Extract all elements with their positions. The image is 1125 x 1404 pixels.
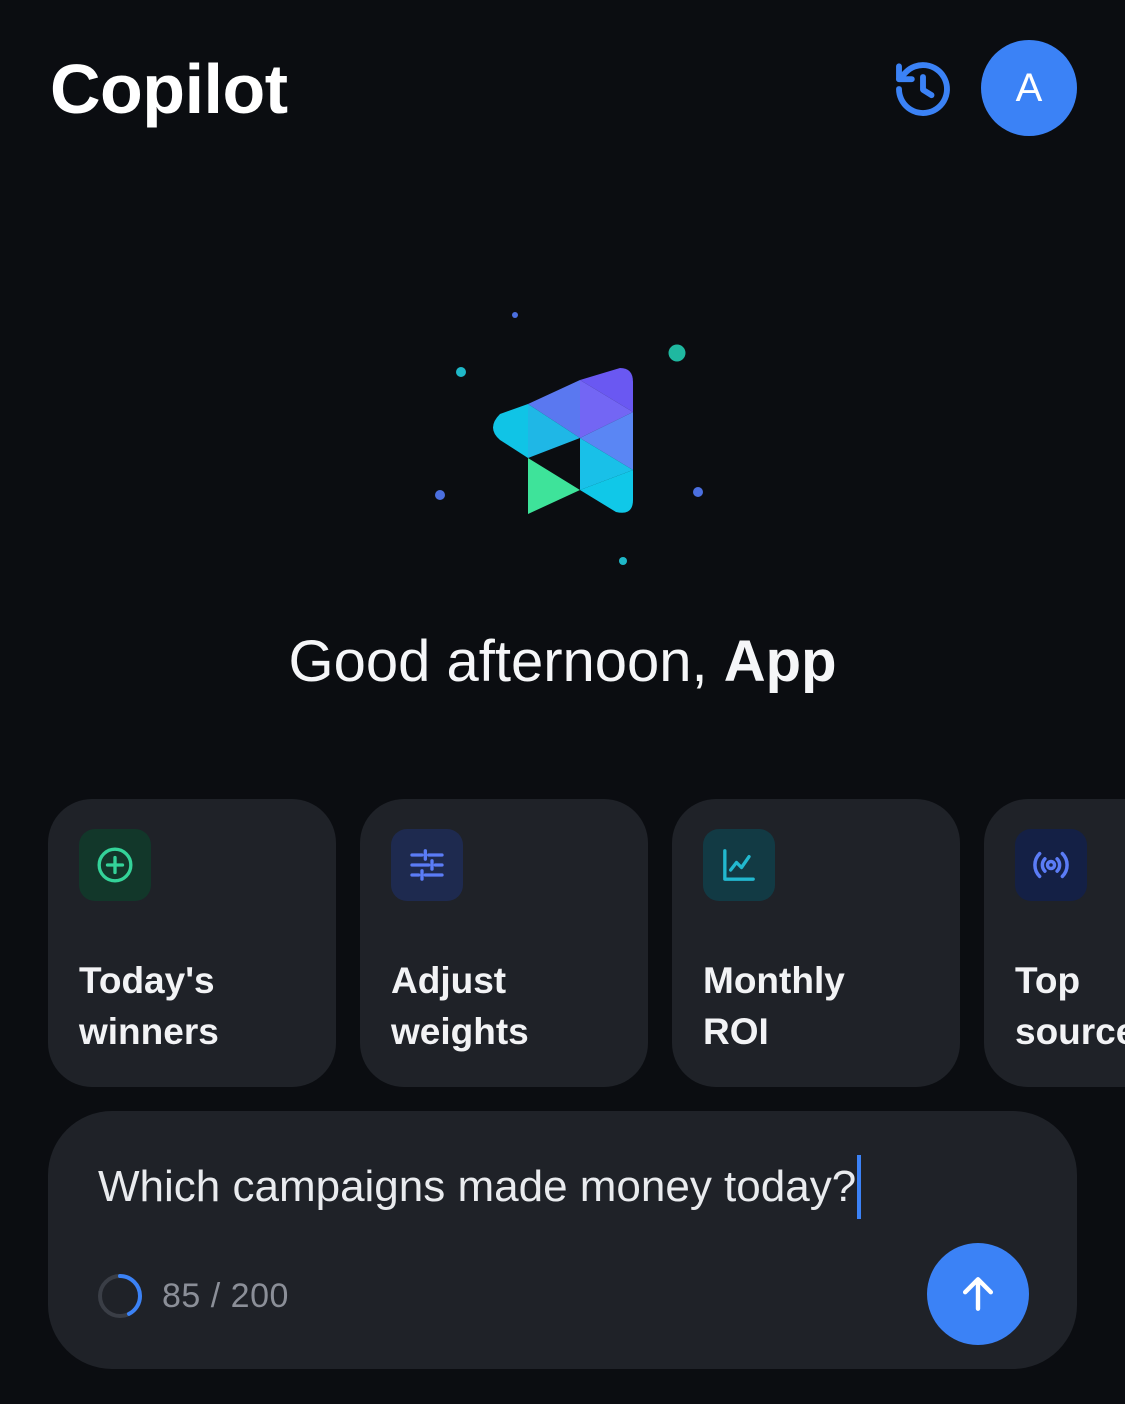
arrow-up-icon [962,1277,994,1311]
text-caret [857,1155,862,1219]
suggestion-label: Adjust weights [391,960,529,1052]
sparkle-dot [668,344,686,362]
greeting-prefix: Good afternoon, [288,629,724,694]
app-title: Copilot [50,50,288,128]
suggestion-card-todays-winners[interactable]: Today's winners [48,799,336,1087]
broadcast-icon [1033,851,1069,879]
suggestion-label: Monthly ROI [703,960,845,1052]
message-input[interactable]: Which campaigns made money today? [98,1155,998,1219]
history-icon [896,62,950,116]
suggestion-card-monthly-roi[interactable]: Monthly ROI [672,799,960,1087]
character-progress-ring [98,1274,142,1318]
sparkle-dot [456,367,466,377]
suggestion-label: Today's winners [79,960,219,1052]
suggestion-card-top-sources[interactable]: Top sources [984,799,1125,1087]
sliders-icon [410,849,444,881]
suggestion-icon-box [703,829,775,901]
sparkle-dot [512,312,518,318]
suggestion-card-adjust-weights[interactable]: Adjust weights [360,799,648,1087]
greeting-name: App [723,629,837,694]
character-count-text: 85 / 200 [162,1276,289,1315]
suggestion-icon-box [391,829,463,901]
sparkle-dot [693,487,703,497]
sparkle-dot [435,490,445,500]
suggestion-label: Top sources [1015,960,1125,1052]
avatar[interactable]: A [981,40,1077,136]
history-button[interactable] [888,54,958,124]
suggestion-carousel[interactable]: Today's winners Adjust weights Monthly R… [48,799,1125,1087]
copilot-logo [435,312,703,565]
send-button[interactable] [927,1243,1029,1345]
suggestion-icon-box [1015,829,1087,901]
message-input-value: Which campaigns made money today? [98,1162,857,1211]
character-counter: 85 / 200 [96,1271,289,1321]
plus-circle-icon [97,847,133,883]
message-composer: Which campaigns made money today? 85 / 2… [48,1111,1077,1369]
line-chart-icon [723,849,755,881]
greeting: Good afternoon, App [0,624,1125,700]
suggestion-icon-box [79,829,151,901]
sparkle-dot [619,557,627,565]
